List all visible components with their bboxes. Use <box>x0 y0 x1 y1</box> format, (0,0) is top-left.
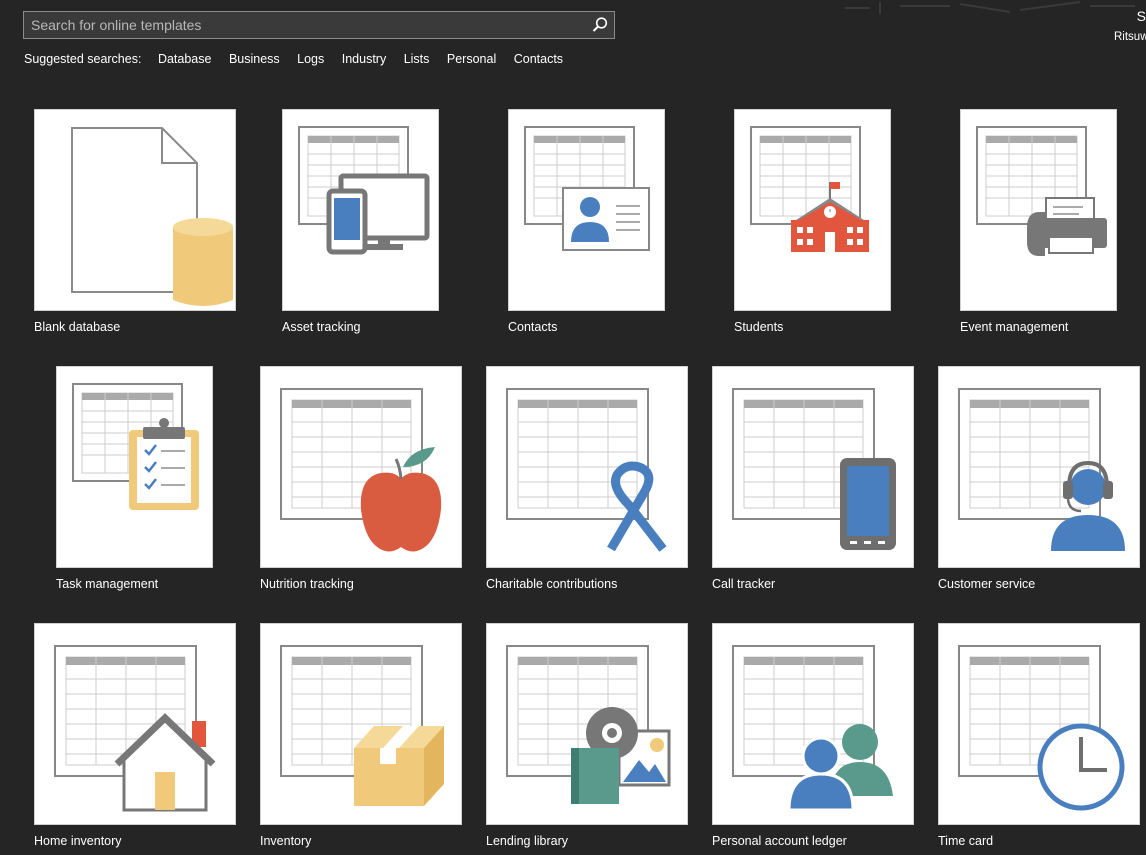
template-tile-inventory[interactable] <box>260 623 462 825</box>
template-label-personal-account-ledger[interactable]: Personal account ledger <box>712 834 847 848</box>
template-tile-time-card[interactable] <box>938 623 1140 825</box>
account-initial[interactable]: S <box>1137 8 1146 24</box>
template-tile-contacts[interactable] <box>508 109 665 311</box>
template-label-event-management[interactable]: Event management <box>960 320 1068 334</box>
template-label-charitable-contributions[interactable]: Charitable contributions <box>486 577 617 591</box>
search-input[interactable] <box>24 12 584 38</box>
personal-account-ledger-icon <box>732 645 893 812</box>
suggested-searches-label: Suggested searches: <box>24 52 142 66</box>
account-name[interactable]: Ritsuw <box>1114 31 1146 43</box>
contacts-icon <box>524 126 650 251</box>
template-label-time-card[interactable]: Time card <box>938 834 993 848</box>
suggested-search-contacts[interactable]: Contacts <box>514 52 563 66</box>
template-label-call-tracker[interactable]: Call tracker <box>712 577 775 591</box>
suggested-search-lists[interactable]: Lists <box>404 52 430 66</box>
template-label-nutrition-tracking[interactable]: Nutrition tracking <box>260 577 354 591</box>
template-label-contacts[interactable]: Contacts <box>508 320 557 334</box>
template-label-students[interactable]: Students <box>734 320 783 334</box>
template-tile-personal-account-ledger[interactable] <box>712 623 914 825</box>
search-icon[interactable] <box>590 15 610 35</box>
students-icon <box>750 126 869 252</box>
suggested-searches: Suggested searches: Database Business Lo… <box>24 52 577 66</box>
inventory-icon <box>280 645 444 806</box>
event-management-icon <box>976 126 1107 256</box>
template-tile-students[interactable] <box>734 109 891 311</box>
time-card-icon <box>958 645 1125 811</box>
lending-library-icon <box>506 645 671 804</box>
template-tile-asset-tracking[interactable] <box>282 109 439 311</box>
call-tracker-icon <box>732 388 896 550</box>
template-tile-call-tracker[interactable] <box>712 366 914 568</box>
template-tile-lending-library[interactable] <box>486 623 688 825</box>
template-label-task-management[interactable]: Task management <box>56 577 158 591</box>
task-management-icon <box>72 383 199 510</box>
template-label-asset-tracking[interactable]: Asset tracking <box>282 320 361 334</box>
template-tile-home-inventory[interactable] <box>34 623 236 825</box>
template-label-lending-library[interactable]: Lending library <box>486 834 568 848</box>
home-inventory-icon <box>54 645 216 812</box>
nutrition-tracking-icon <box>280 388 442 552</box>
customer-service-icon <box>958 388 1125 551</box>
template-tile-event-management[interactable] <box>960 109 1117 311</box>
template-search <box>23 11 615 39</box>
suggested-search-personal[interactable]: Personal <box>447 52 496 66</box>
charitable-contributions-icon <box>506 388 667 552</box>
template-tile-nutrition-tracking[interactable] <box>260 366 462 568</box>
template-label-inventory[interactable]: Inventory <box>260 834 311 848</box>
template-tile-customer-service[interactable] <box>938 366 1140 568</box>
template-tile-task-management[interactable] <box>56 366 213 568</box>
suggested-search-industry[interactable]: Industry <box>342 52 386 66</box>
template-label-home-inventory[interactable]: Home inventory <box>34 834 122 848</box>
template-label-customer-service[interactable]: Customer service <box>938 577 1035 591</box>
suggested-search-logs[interactable]: Logs <box>297 52 324 66</box>
suggested-search-business[interactable]: Business <box>229 52 280 66</box>
template-label-blank-database[interactable]: Blank database <box>34 320 120 334</box>
asset-tracking-icon <box>298 126 430 255</box>
background-decoration <box>845 1 1135 14</box>
template-tile-charitable-contributions[interactable] <box>486 366 688 568</box>
blank-database-icon <box>71 127 233 306</box>
template-tile-blank-database[interactable] <box>34 109 236 311</box>
suggested-search-database[interactable]: Database <box>158 52 212 66</box>
